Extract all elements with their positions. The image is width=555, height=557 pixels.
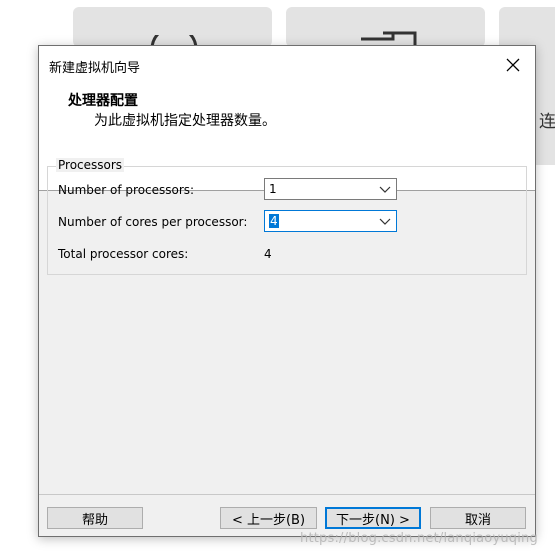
total-cores-value: 4 bbox=[264, 247, 272, 261]
processors-select[interactable]: 1 bbox=[264, 178, 397, 200]
chevron-down-icon bbox=[379, 218, 391, 225]
dialog-titlebar: 新建虚拟机向导 bbox=[39, 46, 535, 84]
watermark: https://blog.csdn.net/lanqiaoyuqing bbox=[300, 531, 538, 546]
close-icon bbox=[506, 58, 520, 72]
cores-label: Number of cores per processor: bbox=[58, 215, 248, 229]
help-button[interactable]: 帮助 bbox=[47, 507, 143, 529]
cancel-button[interactable]: 取消 bbox=[430, 507, 526, 529]
background-tile-1[interactable] bbox=[73, 7, 272, 49]
new-vm-wizard-dialog: 新建虚拟机向导 处理器配置 为此虚拟机指定处理器数量。 Processors N… bbox=[38, 45, 536, 537]
processors-label: Number of processors: bbox=[58, 183, 195, 197]
processors-group-label: Processors bbox=[56, 158, 125, 172]
close-button[interactable] bbox=[491, 46, 535, 84]
processors-select-value: 1 bbox=[269, 182, 277, 196]
background-tile-2[interactable] bbox=[286, 7, 485, 47]
cores-select-value: 4 bbox=[269, 214, 279, 228]
next-button[interactable]: 下一步(N) > bbox=[325, 507, 421, 529]
background-tile-3-text: 连 bbox=[539, 112, 555, 132]
chevron-down-icon bbox=[379, 186, 391, 193]
back-button[interactable]: < 上一步(B) bbox=[220, 507, 317, 529]
header-title: 处理器配置 bbox=[68, 93, 138, 109]
dialog-title: 新建虚拟机向导 bbox=[49, 61, 141, 76]
header-subtitle: 为此虚拟机指定处理器数量。 bbox=[94, 113, 276, 129]
processors-group: Processors Number of processors: 1 Numbe… bbox=[47, 158, 527, 275]
total-cores-label: Total processor cores: bbox=[58, 247, 189, 261]
cores-select[interactable]: 4 bbox=[264, 210, 397, 232]
